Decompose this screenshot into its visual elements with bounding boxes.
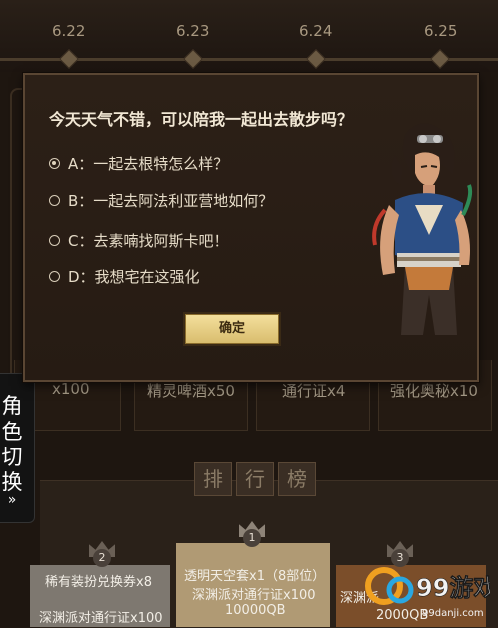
watermark-logo-text: 99游戏 <box>416 574 490 602</box>
rank-1-line: 深渊派对通行证x100 <box>192 588 316 603</box>
reward-label: x100 <box>52 380 90 398</box>
option-d[interactable]: D：我想宅在这强化 <box>49 265 200 287</box>
rank-number: 1 <box>243 529 261 547</box>
timeline-date[interactable]: 6.24 <box>299 22 332 40</box>
ranking-title-char: 榜 <box>278 462 316 496</box>
option-c[interactable]: C：去素喃找阿斯卡吧！ <box>49 229 228 251</box>
site-watermark-logo: 99游戏 99danji.com <box>365 567 490 619</box>
option-a[interactable]: A：一起去根特怎么样？ <box>49 152 228 174</box>
ranking-title-char: 行 <box>236 462 274 496</box>
confirm-button[interactable]: 确定 <box>185 314 279 344</box>
character-switch-tab[interactable]: 角 色 切 换 » <box>0 373 35 523</box>
rank-2-line: 稀有装扮兑换券x8 <box>45 575 152 590</box>
timeline-date[interactable]: 6.22 <box>52 22 85 40</box>
character-portrait <box>372 123 473 335</box>
option-label: D：我想宅在这强化 <box>68 267 200 286</box>
timeline-date[interactable]: 6.25 <box>424 22 457 40</box>
reward-label: 通行证x4 <box>282 382 346 400</box>
rank-1-podium: 透明天空套x1（8部位） 深渊派对通行证x100 10000QB <box>176 543 330 627</box>
double-chevron-right-icon: » <box>7 492 17 508</box>
timeline-marker[interactable] <box>183 49 203 69</box>
radio-icon[interactable] <box>49 234 60 246</box>
date-timeline: 6.22 6.23 6.24 6.25 <box>0 0 498 72</box>
timeline-marker[interactable] <box>59 49 79 69</box>
ranking-title-char: 排 <box>194 462 232 496</box>
option-b[interactable]: B：一起去阿法利亚营地如何？ <box>49 189 273 211</box>
option-label: A：一起去根特怎么样？ <box>68 154 229 173</box>
timeline-marker[interactable] <box>306 49 326 69</box>
reward-label: 强化奥秘x10 <box>390 382 478 400</box>
rank-2-podium: 稀有装扮兑换券x8 深渊派对通行证x100 <box>30 565 170 627</box>
radio-selected-icon[interactable] <box>49 157 60 169</box>
timeline-date[interactable]: 6.23 <box>176 22 209 40</box>
rank-1-line: 10000QB <box>225 603 286 618</box>
rank-number: 2 <box>93 549 111 567</box>
radio-icon[interactable] <box>49 270 60 282</box>
dialog-question: 今天天气不错，可以陪我一起出去散步吗？ <box>49 110 354 129</box>
radio-icon[interactable] <box>49 194 60 206</box>
reward-label: 精灵啤酒x50 <box>147 382 235 400</box>
rank-2-line: 深渊派对通行证x100 <box>39 611 163 626</box>
timeline-marker[interactable] <box>430 49 450 69</box>
watermark-url: 99danji.com <box>422 608 484 619</box>
option-label: C：去素喃找阿斯卡吧！ <box>68 231 229 250</box>
option-label: B：一起去阿法利亚营地如何？ <box>68 191 274 210</box>
rank-1-line: 透明天空套x1（8部位） <box>184 569 326 584</box>
